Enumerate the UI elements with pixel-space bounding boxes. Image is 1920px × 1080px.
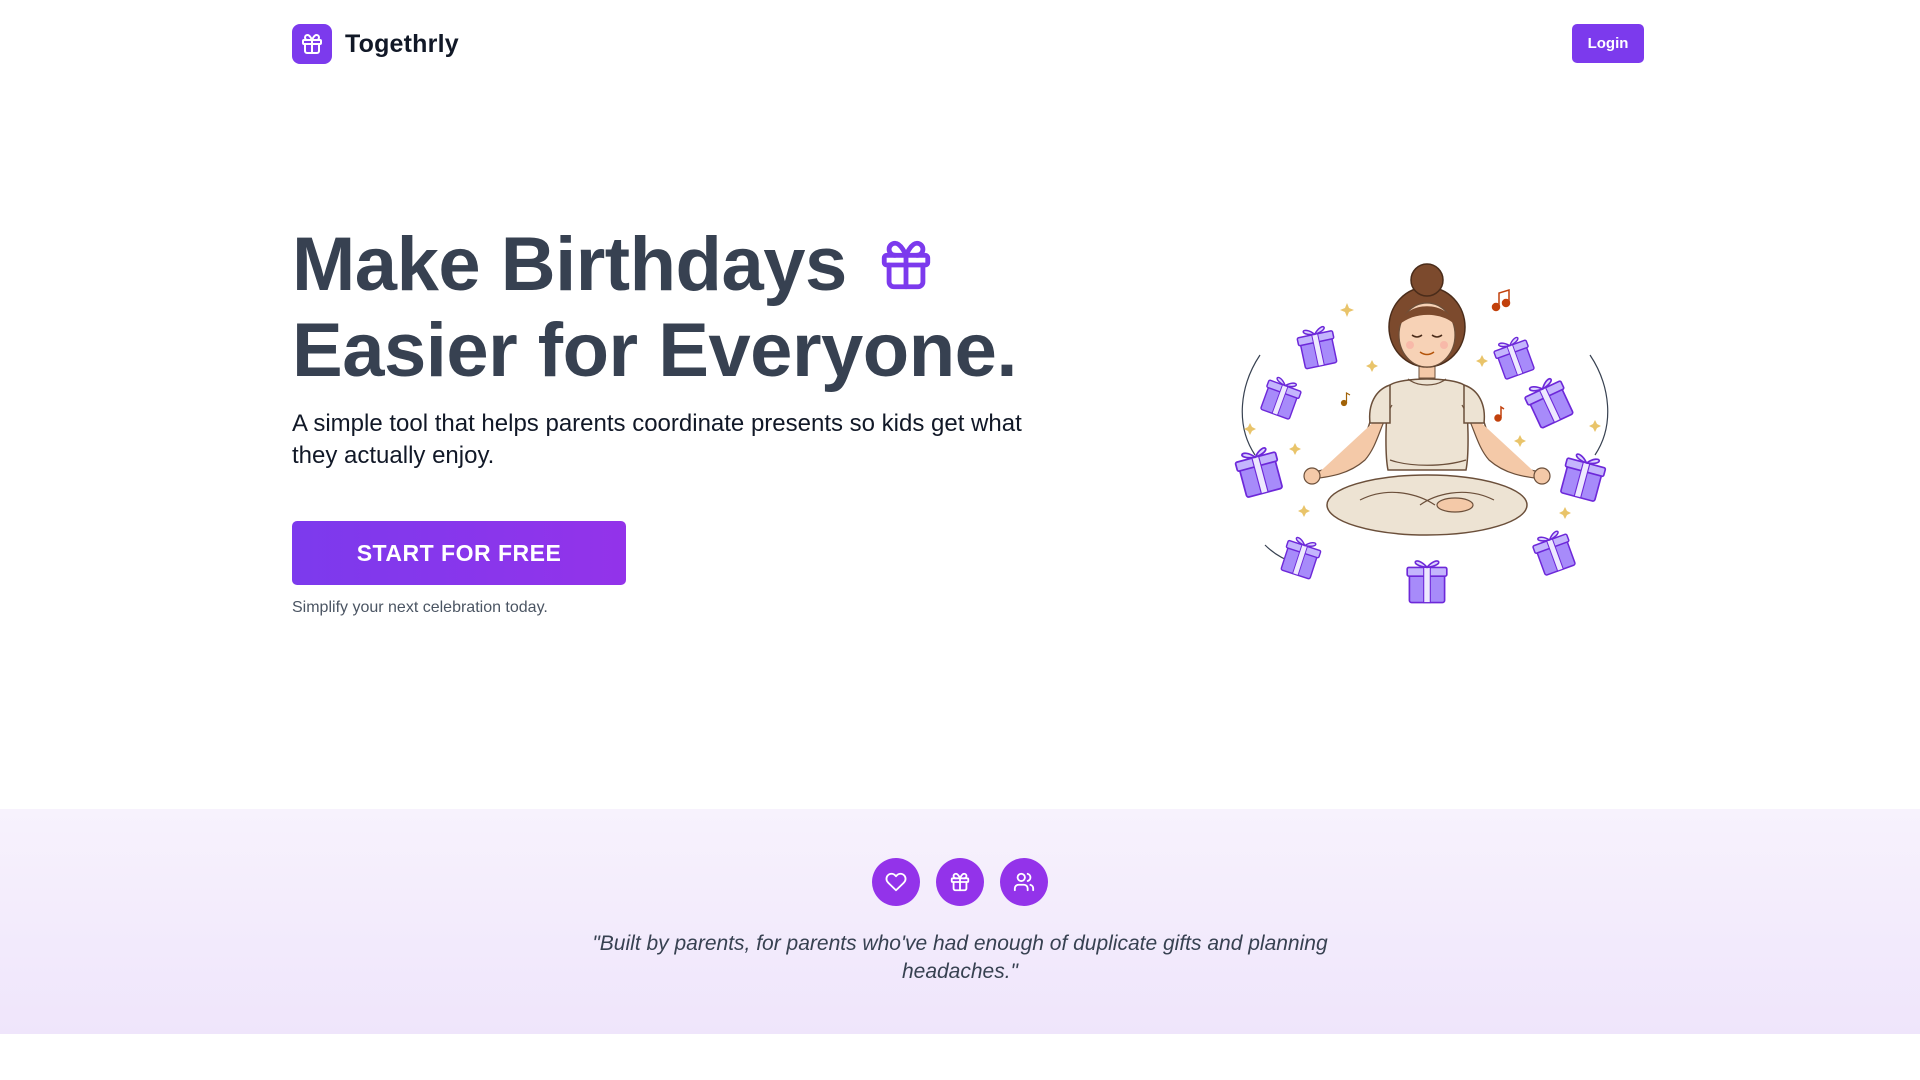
meditating-woman-illustration: [1232, 263, 1609, 604]
band-icon-row: [872, 858, 1048, 906]
testimonial-quote: "Built by parents, for parents who've ha…: [592, 932, 1328, 983]
cta-note: Simplify your next celebration today.: [292, 599, 548, 616]
brand[interactable]: Togethrly: [292, 24, 459, 64]
hero-title-line-1: Make Birthdays: [292, 222, 1052, 308]
hero-illustration: [1220, 255, 1630, 615]
heart-icon: [872, 858, 920, 906]
page: Togethrly Login Make Birthdays Easier fo…: [0, 0, 1920, 1080]
gift-icon: [292, 24, 332, 64]
brand-name: Togethrly: [345, 29, 459, 58]
top-nav: Togethrly Login: [0, 0, 1920, 88]
hero-title-line-2: Easier for Everyone.: [292, 308, 1018, 393]
hero-subtitle: A simple tool that helps parents coordin…: [292, 410, 1022, 469]
hero-title: Make Birthdays Easier for Everyone.: [292, 222, 1052, 394]
gift-icon: [936, 858, 984, 906]
gift-icon: [877, 236, 935, 294]
start-for-free-button[interactable]: START FOR FREE: [292, 521, 626, 585]
users-icon: [1000, 858, 1048, 906]
testimonial-band: [0, 809, 1920, 1034]
login-button[interactable]: Login: [1572, 24, 1644, 63]
hero-title-text-1: Make Birthdays: [292, 222, 847, 307]
